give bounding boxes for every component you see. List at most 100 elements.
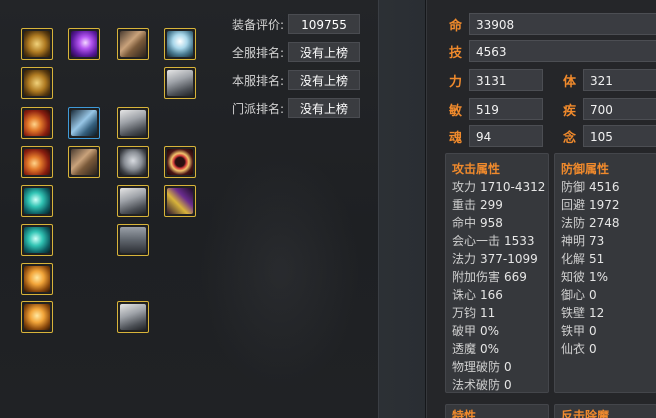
attr-li-row: 力 3131 xyxy=(447,69,543,91)
medallion-icon xyxy=(24,70,50,96)
attr-ming-row: 命 33908 xyxy=(447,13,656,35)
attack-stat-line: 重击 299 xyxy=(452,196,542,214)
attack-stat-value: 1533 xyxy=(504,234,535,248)
defense-stat-value: 51 xyxy=(589,252,605,266)
attack-stat-value: 377-1099 xyxy=(480,252,538,266)
equipment-slot[interactable] xyxy=(21,67,53,99)
defense-stats-title: 防御属性 xyxy=(561,162,610,176)
attack-stat-value: 166 xyxy=(480,288,503,302)
attr-ti-row: 体 321 xyxy=(561,69,656,91)
phoenix-icon xyxy=(167,31,193,57)
attack-stat-line: 破甲 0% xyxy=(452,322,542,340)
attack-stat-value: 958 xyxy=(480,216,503,230)
attr-nian-value: 105 xyxy=(583,125,656,147)
defense-stat-line: 知彼 1% xyxy=(561,268,650,286)
equipment-slot[interactable] xyxy=(164,185,196,217)
attr-hun-row: 魂 94 xyxy=(447,125,543,147)
attack-stat-key: 附加伤害 xyxy=(452,270,501,284)
score-row: 装备评价: 109755 xyxy=(218,14,360,34)
server-local-rank-value: 没有上榜 xyxy=(288,70,360,90)
attack-stat-line: 诛心 166 xyxy=(452,286,542,304)
attack-stat-key: 万钧 xyxy=(452,306,477,320)
attack-stats-title: 攻击属性 xyxy=(452,162,501,176)
equipment-slot[interactable] xyxy=(117,185,149,217)
leggings-icon xyxy=(120,227,146,253)
server-all-rank-row: 全服排名: 没有上榜 xyxy=(218,42,360,62)
attack-stat-key: 重击 xyxy=(452,198,477,212)
traits-box: 特性 xyxy=(445,404,549,418)
equipment-slot[interactable] xyxy=(21,107,53,139)
medallion-icon xyxy=(24,31,50,57)
boots-icon xyxy=(120,304,146,330)
vambrace-icon xyxy=(71,149,97,175)
equipment-slot[interactable] xyxy=(117,301,149,333)
defense-stat-key: 化解 xyxy=(561,252,586,266)
equipment-slot[interactable] xyxy=(117,28,149,60)
defense-stat-value: 0 xyxy=(589,342,597,356)
attack-stat-line: 附加伤害 669 xyxy=(452,268,542,286)
attr-ji2-value: 700 xyxy=(583,98,656,120)
equipment-slot[interactable] xyxy=(164,28,196,60)
ring-icon xyxy=(167,149,193,175)
equipment-slot[interactable] xyxy=(21,28,53,60)
defense-stat-key: 回避 xyxy=(561,198,586,212)
equipment-slot[interactable] xyxy=(21,185,53,217)
defense-stat-line: 铁壁 12 xyxy=(561,304,650,322)
attr-ming-key: 命 xyxy=(449,18,463,34)
gauntlet-icon xyxy=(120,31,146,57)
equipment-slot[interactable] xyxy=(164,146,196,178)
armor-icon xyxy=(167,70,193,96)
amulet-icon xyxy=(24,266,50,292)
attack-stat-value: 0% xyxy=(480,324,500,338)
defense-stat-value: 12 xyxy=(589,306,605,320)
equipment-slot[interactable] xyxy=(68,28,100,60)
defense-stat-key: 御心 xyxy=(561,288,586,302)
attr-ming-value: 33908 xyxy=(469,13,656,35)
defense-stat-value: 73 xyxy=(589,234,605,248)
defense-stat-key: 法防 xyxy=(561,216,586,230)
attack-stat-line: 攻力 1710-4312 xyxy=(452,178,545,196)
score-value: 109755 xyxy=(288,14,360,34)
attack-stat-line: 会心一击 1533 xyxy=(452,232,542,250)
sect-rank-row: 门派排名: 没有上榜 xyxy=(218,98,360,118)
attack-stat-line: 万钧 11 xyxy=(452,304,542,322)
attack-stat-key: 法术破防 xyxy=(452,378,501,392)
attr-li-value: 3131 xyxy=(469,69,543,91)
equipment-slot[interactable] xyxy=(117,107,149,139)
defense-stat-line: 铁甲 0 xyxy=(561,322,650,340)
equipment-slot[interactable] xyxy=(164,67,196,99)
attack-stat-line: 物理破防 0 xyxy=(452,358,542,376)
sect-rank-value: 没有上榜 xyxy=(288,98,360,118)
chestplate-icon xyxy=(120,110,146,136)
defense-stat-line: 回避 1972 xyxy=(561,196,650,214)
equipment-slot[interactable] xyxy=(117,224,149,256)
equipment-slot[interactable] xyxy=(21,224,53,256)
defense-stat-value: 4516 xyxy=(589,180,620,194)
equipment-slot[interactable] xyxy=(21,146,53,178)
attack-stat-key: 透魔 xyxy=(452,342,477,356)
attack-stat-value: 669 xyxy=(504,270,527,284)
server-local-rank-row: 本服排名: 没有上榜 xyxy=(218,70,360,90)
defense-stat-key: 仙衣 xyxy=(561,342,586,356)
equipment-panel: 装备评价: 109755 全服排名: 没有上榜 本服排名: 没有上榜 门派排名:… xyxy=(0,0,378,418)
attack-stat-line: 透魔 0% xyxy=(452,340,542,358)
attack-stat-line: 法术破防 0 xyxy=(452,376,542,394)
attack-stat-key: 物理破防 xyxy=(452,360,501,374)
defense-stat-value: 1% xyxy=(589,270,609,284)
equipment-slot[interactable] xyxy=(21,263,53,295)
attack-stat-value: 0 xyxy=(504,360,512,374)
attack-stat-key: 破甲 xyxy=(452,324,477,338)
talisman-icon xyxy=(24,304,50,330)
equipment-slot[interactable] xyxy=(21,301,53,333)
counter-title: 反击除魔 xyxy=(561,409,610,418)
counter-box: 反击除魔 xyxy=(554,404,656,418)
attack-stat-key: 攻力 xyxy=(452,180,477,194)
attr-min-value: 519 xyxy=(469,98,543,120)
attr-li-key: 力 xyxy=(449,74,463,90)
equipment-slot[interactable] xyxy=(117,146,149,178)
belt-icon xyxy=(120,188,146,214)
attributes-panel: 命 33908 技 4563 力 3131 体 321 敏 519 疾 700 … xyxy=(426,0,656,418)
equipment-slot[interactable] xyxy=(68,146,100,178)
attack-stats-list: 攻力 1710-4312 重击 299 命中 958 会心一击 1533 法力 377-1099 附… xyxy=(452,178,545,394)
equipment-slot[interactable] xyxy=(68,107,100,139)
